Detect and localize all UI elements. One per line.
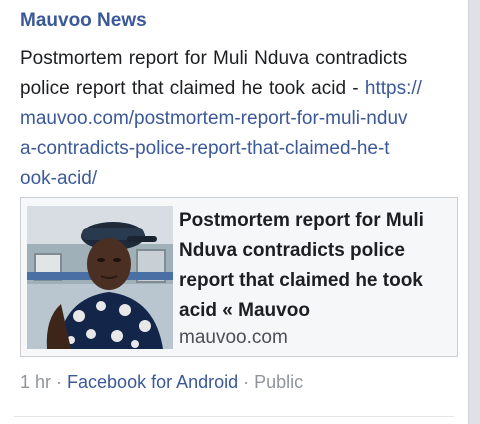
post-url-link[interactable]: https:// [365,78,422,99]
preview-title-line: report that claimed he took [179,270,423,291]
preview-title-line: acid « Mauvoo [179,300,310,321]
post-url-link[interactable]: mauvoo.com/postmortem-report-for-muli-nd… [20,104,452,134]
post-meta: 1 hr · Facebook for Android · Public [20,371,303,393]
post-text-line: police report that claimed he took acid … [20,74,452,104]
meta-separator: · [238,372,255,392]
preview-title-line: Postmortem report for Muli [179,210,424,231]
person-photo [27,206,173,349]
link-preview-image[interactable] [27,206,173,349]
meta-separator: · [51,372,68,392]
post-url-link[interactable]: ook-acid/ [20,164,452,194]
post-text: Postmortem report for Muli Nduva contrad… [20,44,452,194]
post-timestamp[interactable]: 1 hr [20,372,51,392]
privacy-label: Public [254,372,304,392]
post-text-segment: police report that claimed he took acid … [20,78,365,99]
post-card: Mauvoo News Postmortem report for Muli N… [0,0,469,424]
page-name-link[interactable]: Mauvoo News [20,10,147,32]
source-app-link[interactable]: Facebook for Android [67,372,238,392]
post-url-link[interactable]: a-contradicts-police-report-that-claimed… [20,134,452,164]
divider [14,416,454,417]
post-text-line: Postmortem report for Muli Nduva contrad… [20,48,408,69]
link-preview-card[interactable]: Postmortem report for Muli Nduva contrad… [20,197,458,357]
preview-title-line: Nduva contradicts police [179,240,405,261]
link-preview-domain: mauvoo.com [179,327,288,348]
link-preview-title[interactable]: Postmortem report for Muli Nduva contrad… [179,206,449,326]
